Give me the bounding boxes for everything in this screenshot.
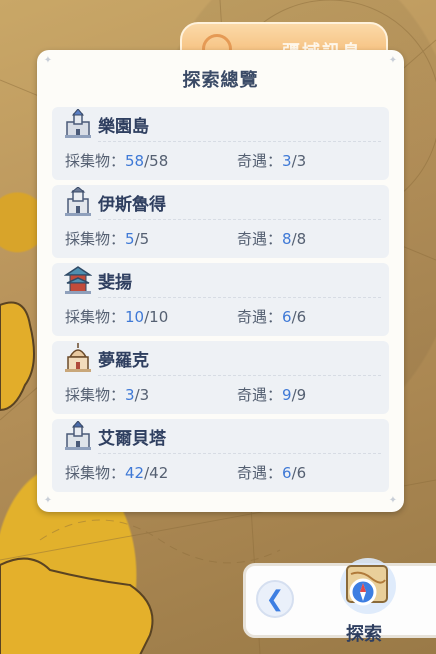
castle-icon: [65, 421, 91, 450]
region-row-alberta[interactable]: 艾爾貝塔 採集物：42/42 奇遇：6/6: [52, 419, 389, 492]
castle-icon: [65, 187, 91, 216]
row-divider: [98, 453, 381, 454]
region-row-isrud[interactable]: 伊斯魯得 採集物：5/5 奇遇：8/8: [52, 185, 389, 258]
region-row-leyuan-island[interactable]: 樂園島 採集物：58/58 奇遇：3/3: [52, 107, 389, 180]
explore-label[interactable]: 探索: [346, 620, 382, 646]
collectibles-stat: 採集物：5/5: [65, 230, 150, 248]
collectibles-stat: 採集物：3/3: [65, 386, 150, 404]
region-name: 樂園島: [98, 116, 149, 137]
collectibles-stat: 採集物：10/10: [65, 308, 169, 326]
region-name: 斐揚: [98, 272, 132, 293]
region-name: 夢羅克: [98, 350, 149, 371]
panel-title: 探索總覽: [182, 70, 259, 91]
corner-ornament-icon: ✦: [43, 495, 53, 506]
region-list: 樂園島 採集物：58/58 奇遇：3/3 伊斯魯得 採集物：5/5 奇遇：8/8: [52, 107, 389, 497]
encounters-stat: 奇遇：6/6: [237, 464, 307, 482]
encounters-stat: 奇遇：9/9: [237, 386, 307, 404]
row-divider: [98, 375, 381, 376]
temple-icon: [65, 343, 91, 372]
map-compass-icon[interactable]: [333, 556, 403, 618]
region-row-morroc[interactable]: 夢羅克 採集物：3/3 奇遇：9/9: [52, 341, 389, 414]
exploration-overview-panel: ✦ ✦ ✦ ✦ 探索總覽 樂園島 採集物：58/58 奇遇：3/3 伊斯魯得 採…: [37, 50, 404, 512]
collectibles-stat: 採集物：58/58: [65, 152, 169, 170]
collectibles-stat: 採集物：42/42: [65, 464, 169, 482]
castle-icon: [65, 109, 91, 138]
row-divider: [98, 219, 381, 220]
back-button[interactable]: ❮: [256, 580, 294, 618]
encounters-stat: 奇遇：6/6: [237, 308, 307, 326]
corner-ornament-icon: ✦: [43, 55, 53, 66]
region-name: 伊斯魯得: [98, 194, 166, 215]
region-row-feiyang[interactable]: 斐揚 採集物：10/10 奇遇：6/6: [52, 263, 389, 336]
corner-ornament-icon: ✦: [388, 55, 398, 66]
encounters-stat: 奇遇：3/3: [237, 152, 307, 170]
corner-ornament-icon: ✦: [388, 495, 398, 506]
encounters-stat: 奇遇：8/8: [237, 230, 307, 248]
row-divider: [98, 297, 381, 298]
chevron-left-icon: ❮: [265, 586, 285, 612]
row-divider: [98, 141, 381, 142]
region-name: 艾爾貝塔: [98, 428, 166, 449]
pagoda-icon: [64, 266, 92, 294]
